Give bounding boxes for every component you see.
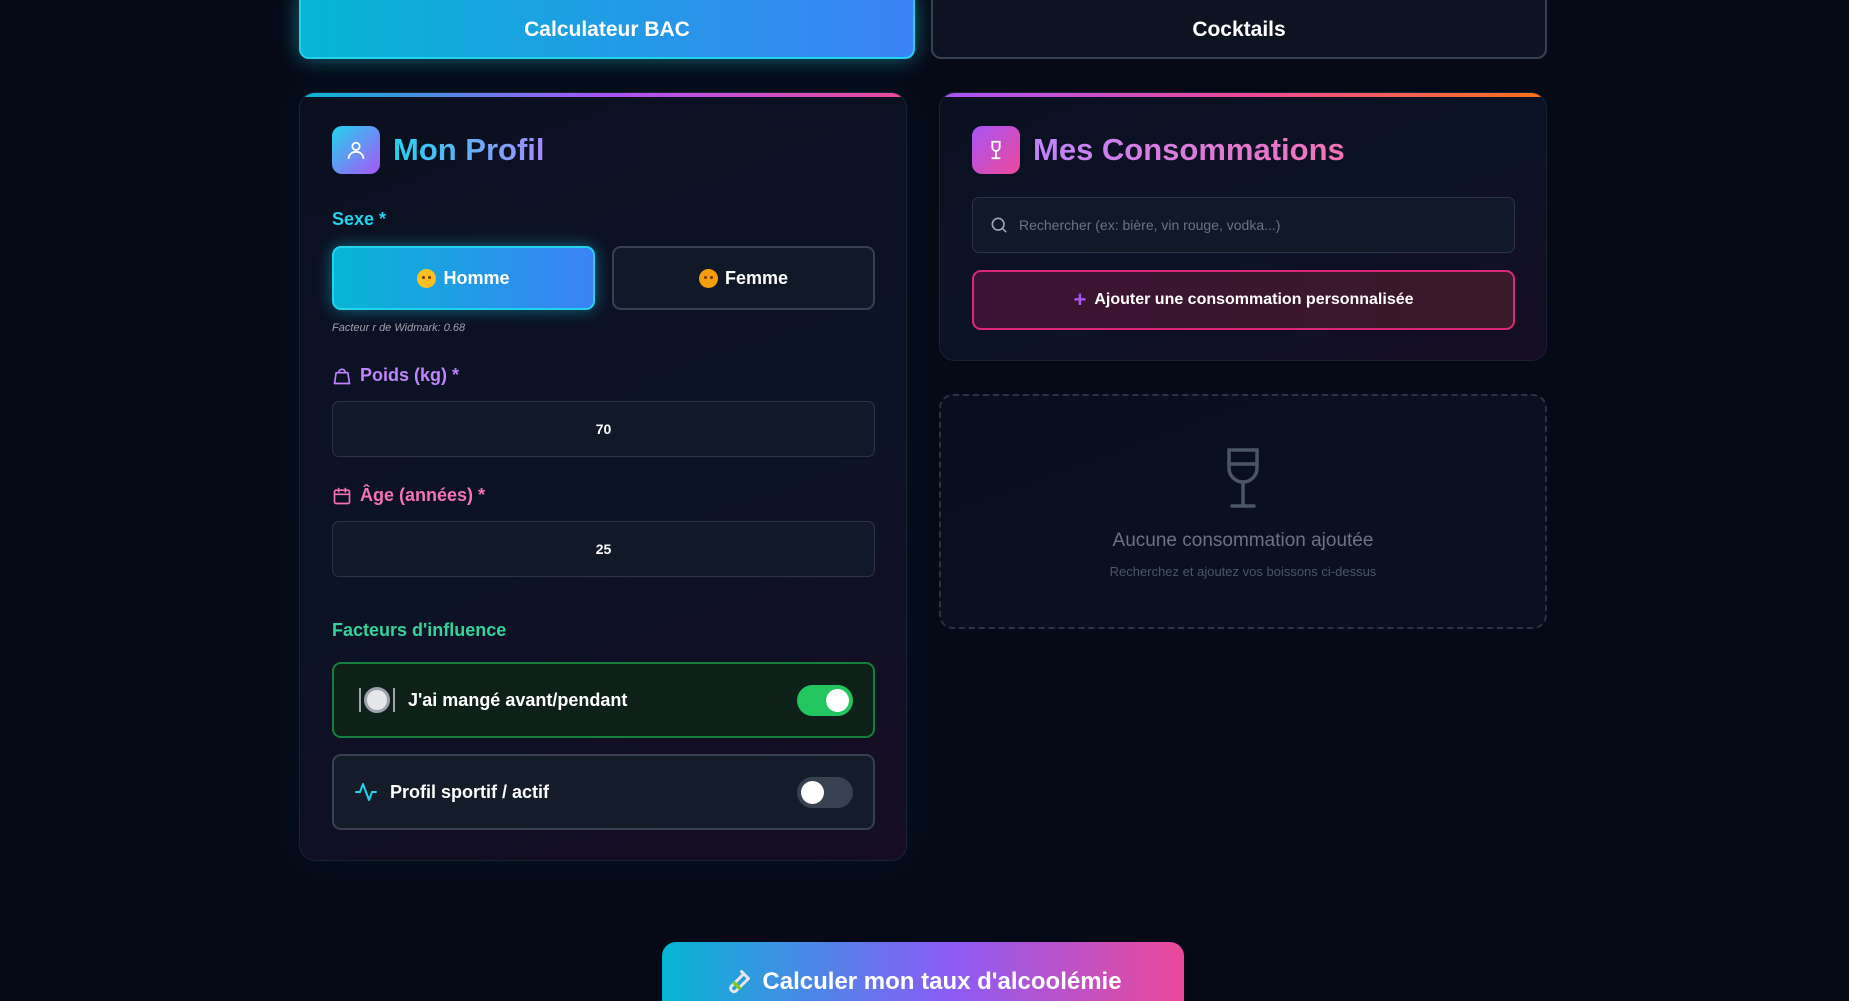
factors-heading: Facteurs d'influence (332, 620, 506, 641)
profile-title: Mon Profil (393, 132, 545, 167)
sex-option-homme[interactable]: Homme (332, 246, 595, 310)
activity-icon (355, 783, 377, 801)
profile-card: Mon Profil Sexe * Homme Femme Facteur r … (299, 92, 907, 861)
weight-input[interactable] (332, 401, 875, 457)
toggle-knob (801, 780, 824, 804)
test-tube-icon (729, 970, 751, 994)
tab-label: Calculateur BAC (524, 17, 690, 41)
weight-label: Poids (kg) * (332, 365, 459, 386)
wine-glass-icon (1227, 448, 1259, 508)
consumptions-card: Mes Consommations + Ajouter une consomma… (939, 92, 1547, 361)
tab-cocktails[interactable]: Cocktails (931, 0, 1547, 59)
profile-header: Mon Profil (332, 126, 545, 174)
woman-face-icon (698, 268, 718, 288)
widmark-factor-note: Facteur r de Widmark: 0.68 (332, 322, 466, 334)
consumptions-title: Mes Consommations (1033, 132, 1345, 167)
factor-sport-label: Profil sportif / actif (390, 781, 550, 802)
factor-ate-label: J'ai mangé avant/pendant (408, 689, 628, 710)
card-accent-line (940, 93, 1546, 97)
factor-ate-row[interactable]: J'ai mangé avant/pendant (332, 662, 875, 738)
sex-option-femme[interactable]: Femme (612, 246, 875, 310)
calendar-icon (333, 487, 351, 504)
age-label: Âge (années) * (332, 485, 485, 506)
search-input[interactable] (1019, 217, 1514, 233)
age-label-text: Âge (années) * (360, 485, 486, 505)
man-face-icon (417, 268, 437, 288)
calculate-label: Calculer mon taux d'alcoolémie (762, 968, 1122, 995)
empty-title: Aucune consommation ajoutée (1112, 530, 1374, 551)
calculate-bac-button[interactable]: Calculer mon taux d'alcoolémie (662, 942, 1184, 1001)
factor-ate-toggle[interactable] (797, 684, 853, 716)
wine-glass-icon (972, 126, 1020, 174)
factors-heading-text: Facteurs d'influence (332, 620, 507, 640)
factor-sport-toggle[interactable] (797, 776, 853, 808)
user-icon (332, 126, 380, 174)
plate-icon (359, 687, 395, 713)
tab-label: Cocktails (1192, 17, 1286, 41)
consumptions-header: Mes Consommations (972, 126, 1345, 174)
empty-consumptions: Aucune consommation ajoutée Recherchez e… (939, 394, 1547, 629)
add-custom-drink-label: Ajouter une consommation personnalisée (1094, 291, 1414, 308)
plus-icon: + (1073, 287, 1087, 312)
sex-label-text: Sexe * (332, 209, 387, 229)
search-icon (991, 217, 1007, 233)
tab-calculateur-bac[interactable]: Calculateur BAC (299, 0, 915, 59)
toggle-knob (826, 688, 849, 712)
card-accent-line (300, 93, 906, 97)
weight-label-text: Poids (kg) * (360, 365, 460, 385)
empty-subtitle: Recherchez et ajoutez vos boissons ci-de… (1109, 564, 1377, 579)
factor-sport-row[interactable]: Profil sportif / actif (332, 754, 875, 830)
sex-label: Sexe * (332, 209, 386, 230)
add-custom-drink-button[interactable]: + Ajouter une consommation personnalisée (972, 270, 1515, 330)
weight-icon (333, 368, 351, 384)
age-input[interactable] (332, 521, 875, 577)
sex-option-label: Femme (724, 267, 789, 288)
sex-option-label: Homme (443, 267, 510, 288)
drink-search (972, 197, 1515, 253)
